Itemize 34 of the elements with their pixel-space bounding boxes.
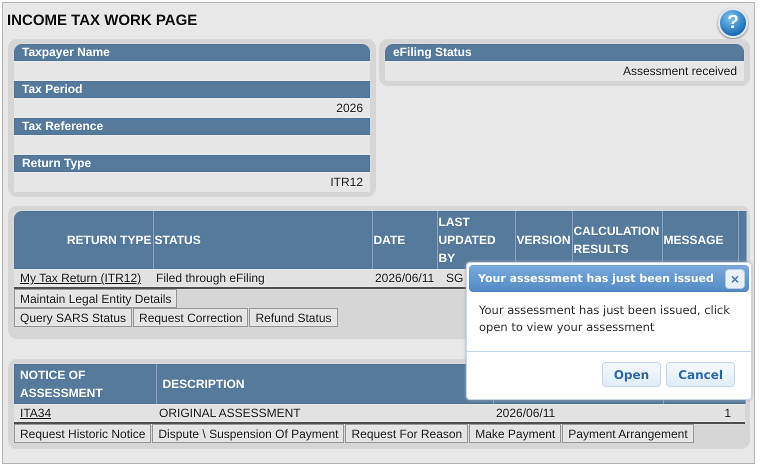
- action-button[interactable]: Payment Arrangement: [562, 424, 694, 443]
- field-header: Tax Reference: [14, 118, 370, 135]
- column-header: RETURN TYPE: [14, 211, 153, 269]
- column-header: NOTICE OF ASSESSMENT: [14, 364, 156, 404]
- dialog-button[interactable]: Open: [602, 362, 662, 387]
- page-title: INCOME TAX WORK PAGE: [7, 12, 198, 28]
- notice-link[interactable]: ITA34: [17, 406, 52, 420]
- field-header: eFiling Status: [385, 44, 744, 61]
- dialog-button[interactable]: Cancel: [666, 362, 735, 387]
- action-button[interactable]: Request Correction: [133, 308, 248, 327]
- column-header: DATE: [372, 211, 437, 269]
- column-header: DESCRIPTION: [156, 364, 493, 404]
- column-header: STATUS: [153, 211, 372, 269]
- action-button[interactable]: Refund Status: [249, 308, 338, 327]
- action-button[interactable]: Query SARS Status: [14, 308, 132, 327]
- field-value: 2026: [14, 98, 370, 118]
- table-cell: 2026/06/11: [372, 269, 437, 288]
- table-cell: 1: [663, 404, 745, 423]
- dialog-message: Your assessment has just been issued, click open to view your assessment: [467, 294, 751, 352]
- table-cell: 2026/06/11: [493, 404, 663, 423]
- action-button[interactable]: Request For Reason: [345, 424, 468, 443]
- field-value: Assessment received: [385, 61, 744, 81]
- column-header: LAST UPDATED BY: [437, 211, 515, 269]
- action-button[interactable]: Maintain Legal Entity Details: [14, 289, 178, 308]
- field-header: Taxpayer Name: [14, 44, 370, 61]
- field-value: ITR12: [14, 172, 370, 192]
- field-header: Tax Period: [14, 81, 370, 98]
- table-cell: ORIGINAL ASSESSMENT: [156, 404, 493, 423]
- action-button[interactable]: Make Payment: [469, 424, 562, 443]
- action-button[interactable]: Dispute \ Suspension Of Payment: [152, 424, 344, 443]
- close-button[interactable]: ×: [725, 268, 745, 288]
- field-header: Return Type: [14, 155, 370, 172]
- table-cell: Filed through eFiling: [153, 269, 372, 288]
- action-button[interactable]: Request Historic Notice: [14, 424, 152, 443]
